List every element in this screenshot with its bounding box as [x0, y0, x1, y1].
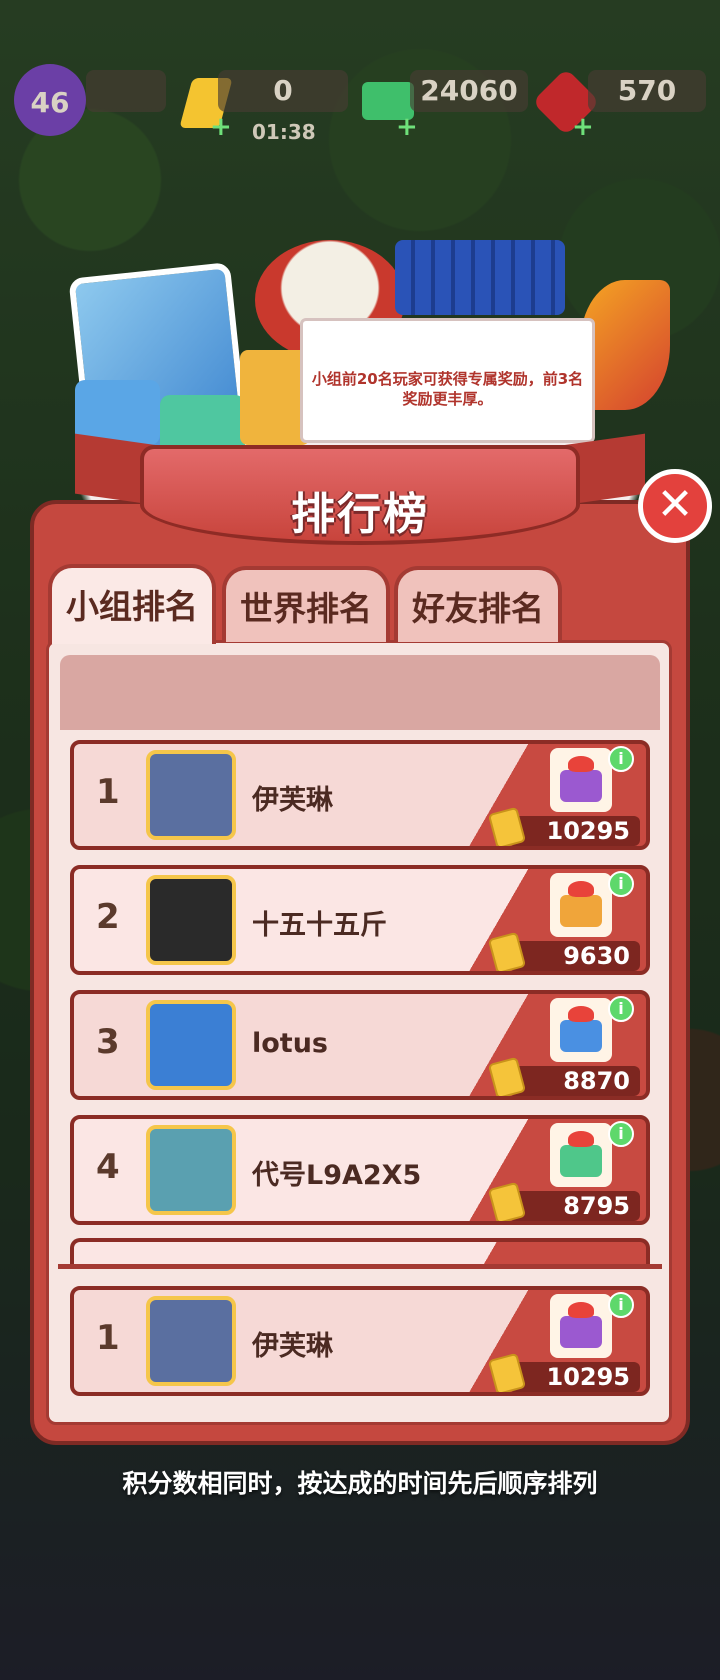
avatar[interactable] [146, 1000, 236, 1090]
reward-gift-icon[interactable] [550, 873, 612, 937]
ticket-icon [487, 806, 527, 846]
player-name: 伊芙琳 [252, 1331, 333, 1362]
score-value: 8795 [508, 1191, 640, 1221]
info-icon[interactable]: i [608, 1121, 634, 1147]
gift-bow [568, 756, 594, 772]
avatar[interactable] [146, 1125, 236, 1215]
info-icon[interactable]: i [608, 1292, 634, 1318]
tab-group-ranking[interactable]: 小组排名 [48, 564, 216, 644]
reward-gift-icon[interactable] [550, 998, 612, 1062]
score-value: 8870 [508, 1066, 640, 1096]
ticket-icon [487, 1056, 527, 1096]
energy-timer: 01:38 [252, 120, 316, 144]
cash-add-button[interactable]: + [396, 114, 418, 140]
reward-gift-icon[interactable] [550, 748, 612, 812]
rank-number: 3 [96, 1022, 120, 1062]
ticket-icon [487, 1352, 527, 1392]
rank-number: 4 [96, 1147, 120, 1187]
info-icon[interactable]: i [608, 996, 634, 1022]
gift-box [560, 770, 602, 802]
level-value: 46 [30, 86, 70, 119]
score-value: 9630 [508, 941, 640, 971]
gift-bow [568, 1131, 594, 1147]
self-row-divider [58, 1264, 662, 1269]
gift-box [560, 895, 602, 927]
level-progress-bar [86, 70, 166, 112]
table-row[interactable]: 2 十五十五斤 i 9630 [70, 865, 650, 975]
player-name: 十五十五斤 [252, 910, 387, 941]
energy-add-button[interactable]: + [210, 114, 232, 140]
gift-bow [568, 1006, 594, 1022]
tab-world-ranking[interactable]: 世界排名 [222, 566, 390, 642]
gift-box [560, 1145, 602, 1177]
rank-number: 1 [96, 1318, 120, 1358]
gems-value: 570 [588, 70, 706, 112]
panel-title: 排行榜 [291, 489, 429, 540]
rank-number: 1 [96, 772, 120, 812]
table-row[interactable]: 4 代号L9A2X5 i 8795 [70, 1115, 650, 1225]
rank-number: 2 [96, 897, 120, 937]
ticket-icon [487, 931, 527, 971]
reward-gift-icon[interactable] [550, 1123, 612, 1187]
avatar[interactable] [146, 750, 236, 840]
energy-value: 0 [218, 70, 348, 112]
reward-gift-icon[interactable] [550, 1294, 612, 1358]
gift-box [560, 1316, 602, 1348]
table-row[interactable]: 1 伊芙琳 i 10295 [70, 740, 650, 850]
gift-bow [568, 1302, 594, 1318]
ranking-rule-note: 积分数相同时，按达成的时间先后顺序排列 [122, 1469, 598, 1498]
score-value: 10295 [508, 1362, 640, 1392]
tab-friend-ranking[interactable]: 好友排名 [394, 566, 562, 642]
table-row[interactable]: 1 伊芙琳 i 10295 [70, 1286, 650, 1396]
gems-add-button[interactable]: + [572, 114, 594, 140]
reward-tip-text: 小组前20名玩家可获得专属奖励，前3名奖励更丰厚。 [300, 318, 595, 443]
player-name: 伊芙琳 [252, 785, 333, 816]
ticket-icon [487, 1181, 527, 1221]
panpipe-decoration [395, 240, 565, 315]
avatar[interactable] [146, 875, 236, 965]
gift-bow [568, 881, 594, 897]
list-header-strip [60, 655, 660, 730]
player-name: lotus [252, 1028, 329, 1059]
close-button[interactable]: ✕ [638, 469, 712, 543]
table-row[interactable]: 3 lotus i 8870 [70, 990, 650, 1100]
cash-value: 24060 [410, 70, 528, 112]
score-value: 10295 [508, 816, 640, 846]
avatar[interactable] [146, 1296, 236, 1386]
gift-box [560, 1020, 602, 1052]
close-icon: ✕ [656, 479, 694, 530]
player-name: 代号L9A2X5 [252, 1160, 422, 1191]
info-icon[interactable]: i [608, 871, 634, 897]
info-icon[interactable]: i [608, 746, 634, 772]
